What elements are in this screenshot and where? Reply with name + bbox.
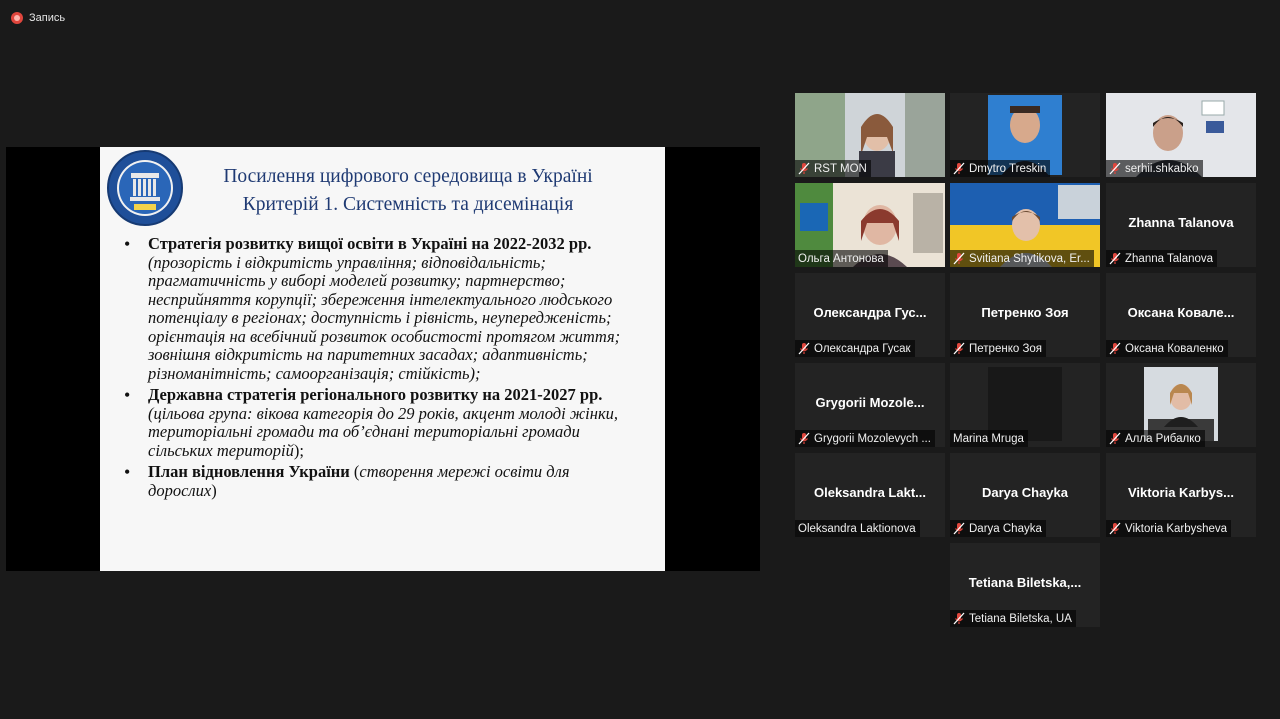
participant-display-name: Zhanna Talanova (1128, 215, 1234, 230)
participant-name-label: Оксана Коваленко (1106, 340, 1228, 357)
mic-muted-icon (953, 342, 965, 355)
participant-tile[interactable]: Grygorii Mozole... Grygorii Mozolevych ..… (795, 363, 945, 447)
bullet-italic: (цільова група: вікова категорія до 29 р… (148, 403, 619, 460)
bullet-bold: Стратегія розвитку вищої освіти в Україн… (148, 234, 592, 253)
participant-display-name: Darya Chayka (982, 485, 1068, 500)
participant-name-label: Svitiana Shytikova, Er... (950, 250, 1094, 267)
participant-name-label: Darya Chayka (950, 520, 1046, 537)
recording-label: Запись (29, 12, 66, 24)
participant-tile[interactable]: serhii.shkabko (1106, 93, 1256, 177)
participant-tile[interactable]: RST MON (795, 93, 945, 177)
participant-name: Grygorii Mozolevych ... (814, 432, 931, 445)
participant-name-label: Tetiana Biletska, UA (950, 610, 1076, 627)
bullet-tail: ); (293, 440, 304, 460)
mic-muted-icon (1109, 432, 1121, 445)
participant-tile[interactable]: Oleksandra Lakt... Oleksandra Laktionova (795, 453, 945, 537)
bullet-bold: План відновлення України (148, 462, 350, 481)
participant-name: Петренко Зоя (969, 342, 1043, 355)
bullet-bold: Державна стратегія регіонального розвитк… (148, 385, 603, 404)
shared-screen: Посилення цифрового середовища в Україні… (6, 147, 760, 571)
participant-name-label: Oleksandra Laktionova (795, 520, 920, 537)
participant-tile[interactable]: Viktoria Karbys... Viktoria Karbysheva (1106, 453, 1256, 537)
participant-name-label: Zhanna Talanova (1106, 250, 1218, 267)
participant-display-name: Олександра Гус... (813, 305, 927, 320)
mic-muted-icon (953, 252, 965, 265)
slide-bullet-item: Стратегія розвитку вищої освіти в Україн… (122, 234, 642, 383)
participant-name: Оксана Коваленко (1125, 342, 1224, 355)
participant-display-name: Viktoria Karbys... (1128, 485, 1234, 500)
participant-name: Darya Chayka (969, 522, 1042, 535)
participant-tile[interactable]: Алла Рибалко (1106, 363, 1256, 447)
participant-tile[interactable]: Оксана Ковале... Оксана Коваленко (1106, 273, 1256, 357)
mic-muted-icon (1109, 522, 1121, 535)
mic-muted-icon (953, 162, 965, 175)
participant-display-name: Grygorii Mozole... (815, 395, 925, 410)
participant-tile[interactable]: Marina Mruga (950, 363, 1100, 447)
mic-muted-icon (1109, 162, 1121, 175)
participant-name-label: Олександра Гусак (795, 340, 915, 357)
mic-muted-icon (953, 522, 965, 535)
slide-title-line2: Критерій 1. Системність та дисемінація (242, 194, 574, 215)
participant-tile[interactable]: Петренко Зоя Петренко Зоя (950, 273, 1100, 357)
mic-muted-icon (798, 162, 810, 175)
participant-name-label: Ольга Антонова (795, 250, 888, 267)
bullet-tail: ) (211, 480, 217, 500)
participant-tile[interactable]: Ольга Антонова (795, 183, 945, 267)
slide-title: Посилення цифрового середовища в Україні… (192, 163, 624, 219)
participant-name-label: Marina Mruga (950, 430, 1028, 447)
participant-name: Oleksandra Laktionova (798, 522, 916, 535)
participant-name: serhii.shkabko (1125, 162, 1199, 175)
mic-muted-icon (798, 432, 810, 445)
record-icon (11, 12, 23, 24)
participant-tile[interactable]: Олександра Гус... Олександра Гусак (795, 273, 945, 357)
participant-name: RST MON (814, 162, 867, 175)
participant-name: Олександра Гусак (814, 342, 911, 355)
mic-muted-icon (953, 612, 965, 625)
bullet-tail: ( (349, 462, 360, 481)
mic-muted-icon (1109, 252, 1121, 265)
participant-name-label: Viktoria Karbysheva (1106, 520, 1232, 537)
participant-name-label: RST MON (795, 160, 871, 177)
participant-name: Алла Рибалко (1125, 432, 1201, 445)
participant-name-label: Dmytro Treskin (950, 160, 1051, 177)
participant-name-label: Алла Рибалко (1106, 430, 1205, 447)
participant-name: Dmytro Treskin (969, 162, 1047, 175)
mic-muted-icon (798, 342, 810, 355)
participant-name: Marina Mruga (953, 432, 1024, 445)
mic-muted-icon (1109, 342, 1121, 355)
participant-tile[interactable]: Svitiana Shytikova, Er... (950, 183, 1100, 267)
participant-tile[interactable]: Zhanna Talanova Zhanna Talanova (1106, 183, 1256, 267)
participant-display-name: Петренко Зоя (981, 305, 1069, 320)
recording-indicator[interactable]: Запись (11, 12, 65, 24)
slide-bullet-item: План відновлення України (створення мере… (122, 462, 642, 500)
presentation-slide: Посилення цифрового середовища в Україні… (100, 147, 665, 571)
participant-display-name: Tetiana Biletska,... (968, 575, 1082, 590)
participant-name-label: Петренко Зоя (950, 340, 1047, 357)
participant-tile[interactable]: Tetiana Biletska,... Tetiana Biletska, UA (950, 543, 1100, 627)
slide-bullet-list: Стратегія розвитку вищої освіти в Україн… (122, 234, 642, 503)
slide-bullet-item: Державна стратегія регіонального розвитк… (122, 385, 642, 460)
participant-name: Svitiana Shytikova, Er... (969, 252, 1090, 265)
participant-name: Ольга Антонова (798, 252, 884, 265)
participant-name-label: serhii.shkabko (1106, 160, 1203, 177)
participant-tile[interactable]: Dmytro Treskin (950, 93, 1100, 177)
participant-display-name: Оксана Ковале... (1127, 305, 1235, 320)
slide-title-line1: Посилення цифрового середовища в Україні (223, 166, 593, 187)
participant-name: Tetiana Biletska, UA (969, 612, 1072, 625)
participant-display-name: Oleksandra Lakt... (814, 485, 926, 500)
university-logo-icon (107, 150, 183, 226)
participant-name-label: Grygorii Mozolevych ... (795, 430, 935, 447)
bullet-italic: (прозорість і відкритість управління; ві… (148, 252, 621, 383)
participant-name: Viktoria Karbysheva (1125, 522, 1228, 535)
participant-tile[interactable]: Darya Chayka Darya Chayka (950, 453, 1100, 537)
participant-name: Zhanna Talanova (1125, 252, 1214, 265)
